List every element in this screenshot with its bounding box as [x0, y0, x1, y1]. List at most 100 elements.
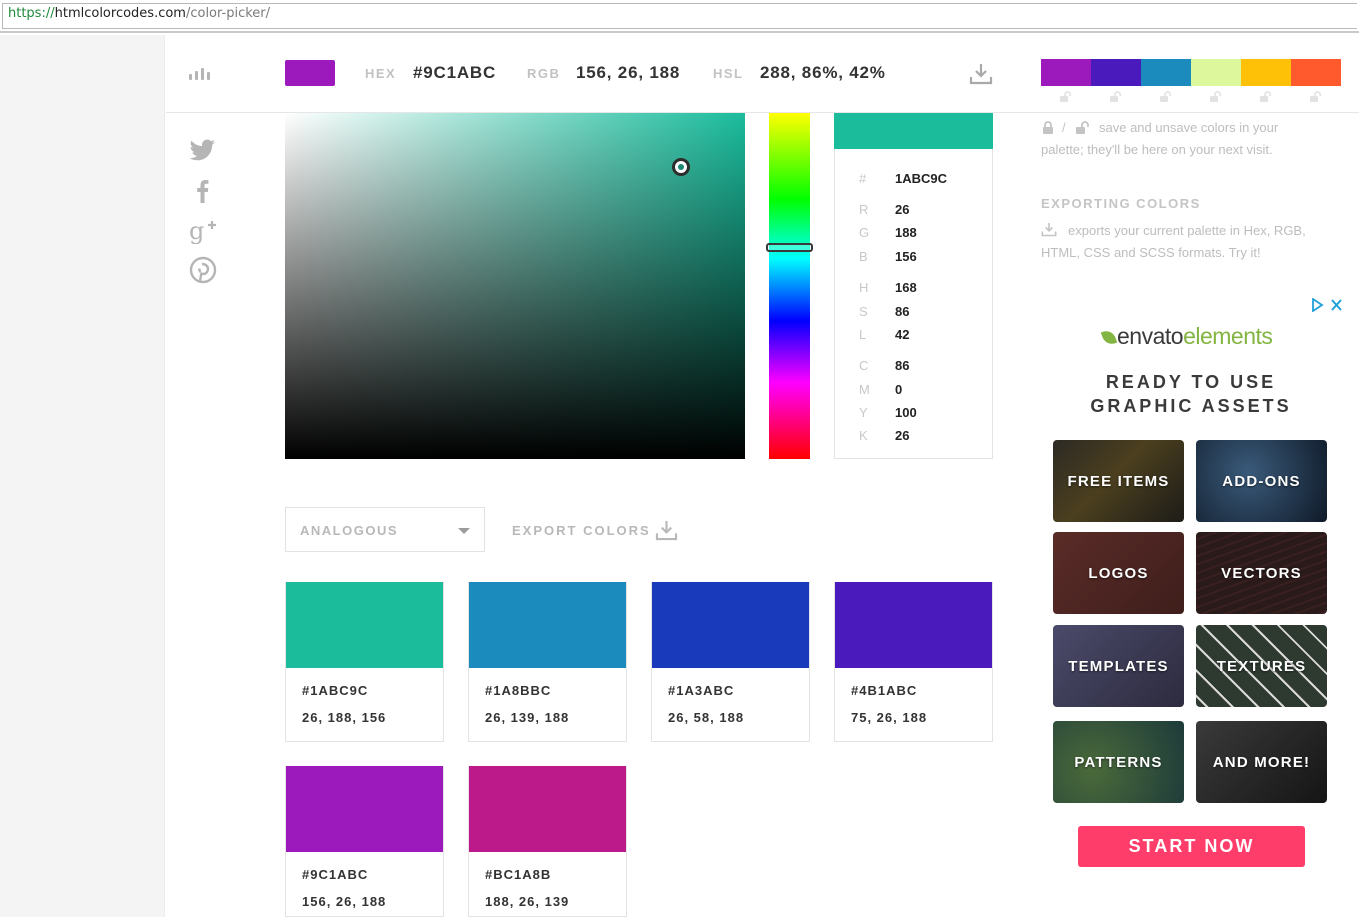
- url-host: htmlcolorcodes.com: [54, 6, 186, 21]
- exporting-colors-heading: EXPORTING COLORS: [1041, 196, 1201, 211]
- unlock-icon: [1110, 91, 1121, 102]
- chart-bars-icon[interactable]: [189, 66, 213, 80]
- palette-color-1[interactable]: [1041, 59, 1091, 86]
- palette-color-4[interactable]: [1191, 59, 1241, 86]
- scheme-swatch[interactable]: [469, 766, 626, 852]
- palette-color-2[interactable]: [1091, 59, 1141, 86]
- hue-slider-handle[interactable]: [766, 243, 813, 252]
- value-number[interactable]: 42: [895, 327, 909, 342]
- url-scheme: https://: [8, 6, 55, 21]
- scheme-swatch[interactable]: [286, 582, 443, 668]
- scheme-rgb: 26, 139, 188: [485, 710, 570, 725]
- value-number[interactable]: 0: [895, 382, 902, 397]
- scheme-rgb: 188, 26, 139: [485, 894, 570, 909]
- scheme-hex: #4B1ABC: [851, 683, 918, 698]
- hsl-label: HSL: [713, 66, 744, 81]
- scheme-hex: #1A8BBC: [485, 683, 552, 698]
- scheme-card[interactable]: #9C1ABC 156, 26, 188: [285, 766, 444, 917]
- svg-text:g: g: [189, 217, 204, 244]
- hsl-value[interactable]: 288, 86%, 42%: [760, 63, 886, 83]
- palette-lock-6[interactable]: [1291, 91, 1341, 105]
- unlock-icon: [1076, 121, 1089, 134]
- ad-tile-patterns[interactable]: PATTERNS: [1053, 721, 1184, 803]
- value-key: R: [859, 202, 869, 217]
- color-scheme-dropdown[interactable]: ANALOGOUS: [285, 507, 485, 552]
- value-number[interactable]: 86: [895, 358, 909, 373]
- ad-tile-vectors[interactable]: VECTORS: [1196, 532, 1327, 614]
- hex-value[interactable]: #9C1ABC: [413, 63, 496, 83]
- adchoices-icon[interactable]: [1311, 298, 1343, 312]
- value-number[interactable]: 188: [895, 225, 917, 240]
- ad-tile-and-more[interactable]: AND MORE!: [1196, 721, 1327, 803]
- scheme-card[interactable]: #1ABC9C 26, 188, 156: [285, 582, 444, 742]
- ad-tile-logos[interactable]: LOGOS: [1053, 532, 1184, 614]
- palette-color-6[interactable]: [1291, 59, 1341, 86]
- brand-elements: elements: [1183, 323, 1273, 349]
- start-now-button[interactable]: START NOW: [1078, 826, 1305, 867]
- rgb-label: RGB: [527, 66, 561, 81]
- ad-tile-textures[interactable]: TEXTURES: [1196, 625, 1327, 707]
- hex-label: HEX: [365, 66, 397, 81]
- scheme-swatch[interactable]: [835, 582, 992, 668]
- unlock-icon: [1260, 91, 1271, 102]
- scheme-card[interactable]: #1A3ABC 26, 58, 188: [651, 582, 810, 742]
- ad-tile-free-items[interactable]: FREE ITEMS: [1053, 440, 1184, 522]
- left-gutter: [0, 35, 165, 917]
- saturation-value-picker[interactable]: [285, 113, 745, 459]
- scheme-hex: #1ABC9C: [302, 683, 369, 698]
- ad-tile-add-ons[interactable]: ADD-ONS: [1196, 440, 1327, 522]
- value-number[interactable]: 156: [895, 249, 917, 264]
- ad-tile-label: AND MORE!: [1212, 753, 1311, 771]
- palette-lock-5[interactable]: [1241, 91, 1291, 105]
- scheme-card[interactable]: #4B1ABC 75, 26, 188: [834, 582, 993, 742]
- value-key: H: [859, 280, 869, 295]
- value-number[interactable]: 26: [895, 202, 909, 217]
- ad-tile-label: PATTERNS: [1074, 753, 1163, 771]
- current-color-swatch: [285, 60, 335, 86]
- palette-lock-3[interactable]: [1141, 91, 1191, 105]
- browser-address-bar[interactable]: https://htmlcolorcodes.com/color-picker/: [0, 0, 1359, 33]
- unlock-icon: [1160, 91, 1171, 102]
- value-key: G: [859, 225, 870, 240]
- value-key: Y: [859, 405, 868, 420]
- scheme-card[interactable]: #BC1A8B 188, 26, 139: [468, 766, 627, 917]
- scheme-swatch[interactable]: [286, 766, 443, 852]
- rgb-value[interactable]: 156, 26, 188: [576, 63, 680, 83]
- palette-lock-2[interactable]: [1091, 91, 1141, 105]
- export-help-line1: exports your current palette in Hex, RGB…: [1068, 223, 1306, 238]
- value-key: S: [859, 304, 868, 319]
- value-number[interactable]: 100: [895, 405, 917, 420]
- palette-color-3[interactable]: [1141, 59, 1191, 86]
- palette-color-5[interactable]: [1241, 59, 1291, 86]
- ad-tile-label: FREE ITEMS: [1067, 472, 1170, 490]
- scheme-hex: #1A3ABC: [668, 683, 735, 698]
- pinterest-icon[interactable]: [186, 256, 220, 284]
- palette-lock-4[interactable]: [1191, 91, 1241, 105]
- export-download-icon[interactable]: [655, 520, 678, 541]
- value-key: L: [859, 327, 867, 342]
- ad-tile-templates[interactable]: TEMPLATES: [1053, 625, 1184, 707]
- scheme-swatch[interactable]: [652, 582, 809, 668]
- selected-color-swatch: [834, 113, 993, 149]
- download-icon[interactable]: [969, 63, 993, 85]
- palette-lock-1[interactable]: [1041, 91, 1091, 105]
- ad-headline-line1: READY TO USE: [1105, 372, 1277, 392]
- value-key: #: [859, 171, 867, 186]
- scheme-card[interactable]: #1A8BBC 26, 139, 188: [468, 582, 627, 742]
- google-plus-icon[interactable]: g: [186, 216, 220, 244]
- export-info-icon: [1041, 222, 1057, 237]
- picker-cursor[interactable]: [672, 158, 690, 176]
- hue-slider[interactable]: [769, 113, 810, 459]
- dropdown-value: ANALOGOUS: [300, 523, 398, 538]
- value-number[interactable]: 168: [895, 280, 917, 295]
- facebook-icon[interactable]: [186, 177, 220, 205]
- saved-palette[interactable]: [1041, 59, 1341, 86]
- value-number[interactable]: 1ABC9C: [895, 171, 947, 186]
- scheme-swatch[interactable]: [469, 582, 626, 668]
- value-number[interactable]: 26: [895, 428, 909, 443]
- envato-elements-logo[interactable]: envatoelements: [1100, 323, 1291, 351]
- twitter-icon[interactable]: [186, 136, 220, 164]
- scheme-hex: #9C1ABC: [302, 867, 369, 882]
- value-number[interactable]: 86: [895, 304, 909, 319]
- export-colors-button[interactable]: EXPORT COLORS: [512, 523, 651, 538]
